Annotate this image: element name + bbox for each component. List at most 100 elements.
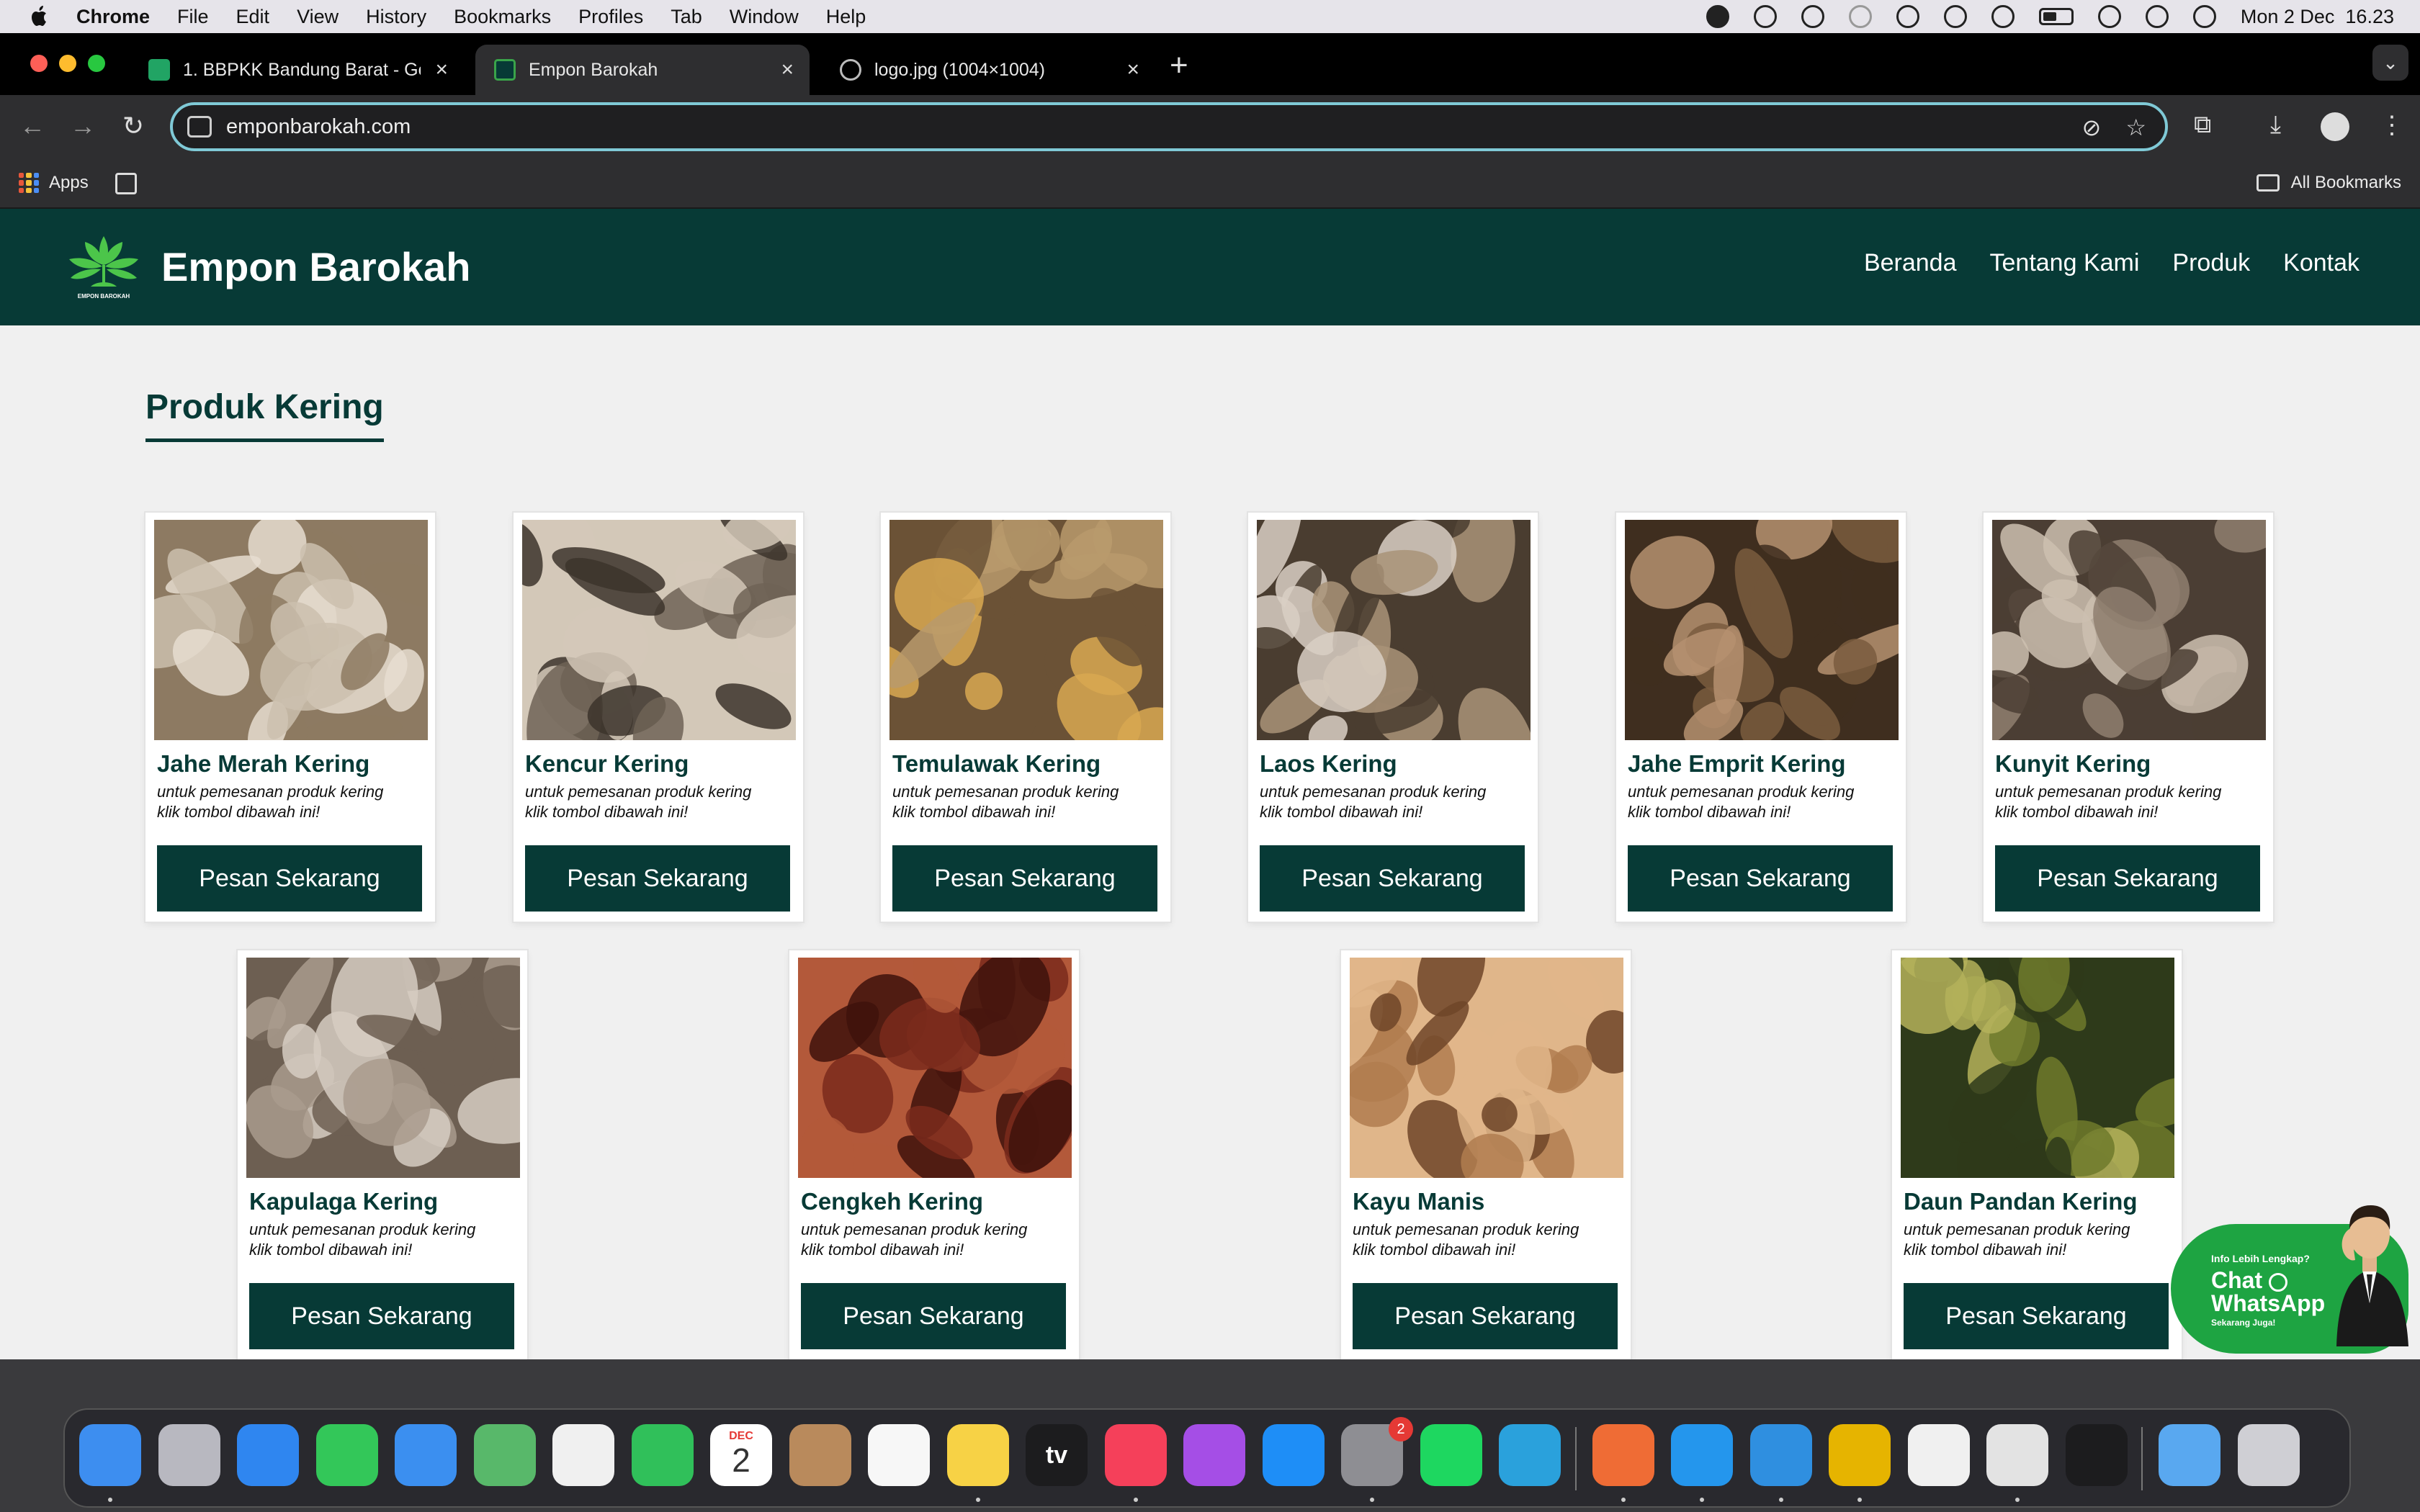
- maps-icon[interactable]: [474, 1424, 536, 1486]
- facetime-icon[interactable]: [632, 1424, 694, 1486]
- tab-groups-icon[interactable]: [115, 173, 137, 194]
- order-now-button[interactable]: Pesan Sekarang: [801, 1283, 1066, 1349]
- apple-icon[interactable]: [27, 4, 52, 29]
- menu-profiles[interactable]: Profiles: [578, 6, 643, 28]
- nav-kontak[interactable]: Kontak: [2283, 249, 2360, 277]
- menu-tab[interactable]: Tab: [671, 6, 702, 28]
- navicat-icon[interactable]: [1829, 1424, 1891, 1486]
- menu-help[interactable]: Help: [826, 6, 866, 28]
- maximize-window-button[interactable]: [88, 55, 105, 72]
- order-now-button[interactable]: Pesan Sekarang: [249, 1283, 514, 1349]
- bluetooth-icon[interactable]: [1943, 5, 1967, 28]
- menu-window[interactable]: Window: [730, 6, 799, 28]
- forward-button[interactable]: →: [65, 108, 101, 144]
- messages-icon[interactable]: [316, 1424, 378, 1486]
- close-tab-icon[interactable]: ×: [781, 58, 794, 82]
- nav-produk[interactable]: Produk: [2172, 249, 2250, 277]
- photos-icon[interactable]: [552, 1424, 614, 1486]
- order-now-button[interactable]: Pesan Sekarang: [1628, 845, 1893, 912]
- close-window-button[interactable]: [30, 55, 48, 72]
- play-icon[interactable]: [1991, 5, 2015, 28]
- product-desc-line-2: klik tombol dibawah ini!: [1904, 1241, 2067, 1259]
- contacts-icon[interactable]: [789, 1424, 851, 1486]
- reminders-icon[interactable]: [868, 1424, 930, 1486]
- finder-icon[interactable]: [79, 1424, 141, 1486]
- order-now-button[interactable]: Pesan Sekarang: [1260, 845, 1525, 912]
- order-now-button[interactable]: Pesan Sekarang: [525, 845, 790, 912]
- podcasts-icon[interactable]: [1183, 1424, 1245, 1486]
- vpn-icon[interactable]: [1848, 5, 1872, 28]
- product-name: Kunyit Kering: [1995, 750, 2151, 777]
- menu-file[interactable]: File: [177, 6, 209, 28]
- postman-icon[interactable]: [1592, 1424, 1654, 1486]
- order-now-button[interactable]: Pesan Sekarang: [157, 845, 422, 912]
- nav-beranda[interactable]: Beranda: [1864, 249, 1957, 277]
- empon-barokah-logo[interactable]: EMPON BAROKAH: [60, 230, 147, 302]
- menu-edit[interactable]: Edit: [236, 6, 270, 28]
- menu-bookmarks[interactable]: Bookmarks: [454, 6, 551, 28]
- globe-icon: [840, 59, 861, 81]
- order-now-button[interactable]: Pesan Sekarang: [1904, 1283, 2169, 1349]
- apps-bookmark[interactable]: Apps: [19, 173, 89, 193]
- menu-view[interactable]: View: [297, 6, 339, 28]
- extensions-icon[interactable]: ⧉: [2194, 111, 2211, 139]
- safari-icon[interactable]: [237, 1424, 299, 1486]
- telegram-icon[interactable]: [1499, 1424, 1561, 1486]
- url-text[interactable]: emponbarokah.com: [226, 115, 411, 139]
- spotify-icon[interactable]: [1420, 1424, 1482, 1486]
- product-card: Kapulaga Kering untuk pemesanan produk k…: [238, 950, 527, 1359]
- music-icon[interactable]: [1105, 1424, 1167, 1486]
- bookmark-star-icon[interactable]: ☆: [2125, 114, 2146, 141]
- whatsapp-chat-widget[interactable]: Info Lebih Lengkap? Chat WhatsApp Sekara…: [2165, 1181, 2417, 1354]
- control-center-icon[interactable]: [2192, 5, 2216, 28]
- chrome-menu-icon[interactable]: ⋮: [2380, 111, 2404, 140]
- battery-icon[interactable]: [2038, 8, 2074, 25]
- terminal-icon[interactable]: [2066, 1424, 2128, 1486]
- search-icon[interactable]: [2145, 5, 2169, 28]
- order-now-button[interactable]: Pesan Sekarang: [892, 845, 1157, 912]
- back-button[interactable]: ←: [14, 108, 50, 144]
- trash-icon[interactable]: [2238, 1424, 2300, 1486]
- tab-title: 1. BBPKK Bandung Barat - Go: [183, 59, 421, 80]
- vscode-icon[interactable]: [1750, 1424, 1812, 1486]
- close-tab-icon[interactable]: ×: [435, 58, 448, 82]
- tab-search-button[interactable]: ⌄: [2372, 45, 2408, 81]
- address-bar[interactable]: emponbarokah.com ⊘ ☆: [170, 102, 2168, 151]
- menu-history[interactable]: History: [366, 6, 426, 28]
- app-store-icon[interactable]: [1263, 1424, 1325, 1486]
- close-tab-icon[interactable]: ×: [1126, 58, 1139, 82]
- new-tab-button[interactable]: +: [1170, 48, 1188, 84]
- location-icon[interactable]: [1706, 5, 1729, 28]
- tracking-protection-icon[interactable]: ⊘: [2082, 114, 2102, 141]
- all-bookmarks-button[interactable]: All Bookmarks: [2256, 173, 2401, 193]
- docker-icon[interactable]: [1671, 1424, 1733, 1486]
- tab-logo-jpg[interactable]: logo.jpg (1004×1004) ×: [821, 45, 1155, 95]
- profile-avatar[interactable]: [2321, 112, 2349, 141]
- clock[interactable]: Mon 2 Dec 16.23: [2241, 6, 2394, 28]
- creative-cloud-icon[interactable]: [1801, 5, 1824, 28]
- textedit-icon[interactable]: [1908, 1424, 1970, 1486]
- mail-icon[interactable]: [395, 1424, 457, 1486]
- reload-button[interactable]: ↻: [115, 108, 151, 144]
- site-info-icon[interactable]: [187, 116, 212, 138]
- menu-app-name[interactable]: Chrome: [76, 6, 150, 28]
- tv-icon[interactable]: tv: [1026, 1424, 1088, 1486]
- launchpad-icon[interactable]: [158, 1424, 220, 1486]
- notes-icon[interactable]: [947, 1424, 1009, 1486]
- cloud-icon[interactable]: [1753, 5, 1777, 28]
- downloads-folder-icon[interactable]: [2159, 1424, 2220, 1486]
- order-now-button[interactable]: Pesan Sekarang: [1353, 1283, 1618, 1349]
- whatsapp-logo-icon: [2269, 1272, 2287, 1292]
- brand-name[interactable]: Empon Barokah: [161, 243, 470, 290]
- minimize-window-button[interactable]: [59, 55, 76, 72]
- running-indicator: [1779, 1498, 1783, 1502]
- download-icon[interactable]: ⤓: [2270, 111, 2281, 139]
- wifi-icon[interactable]: [2097, 5, 2121, 28]
- calendar-icon[interactable]: DEC 2: [710, 1424, 772, 1486]
- tab-bbpkk[interactable]: 1. BBPKK Bandung Barat - Go ×: [130, 45, 464, 95]
- tab-empon-barokah[interactable]: Empon Barokah ×: [475, 45, 810, 95]
- mustache-icon[interactable]: [1896, 5, 1919, 28]
- order-now-button[interactable]: Pesan Sekarang: [1995, 845, 2260, 912]
- nav-tentang-kami[interactable]: Tentang Kami: [1990, 249, 2140, 277]
- chrome-icon[interactable]: [1986, 1424, 2048, 1486]
